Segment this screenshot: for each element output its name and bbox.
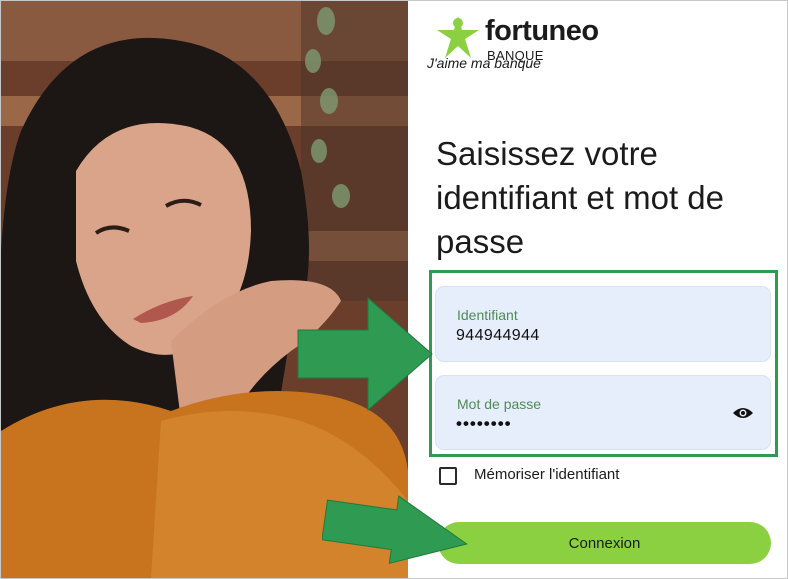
annotation-arrow-button bbox=[322, 495, 468, 565]
remember-label: Mémoriser l'identifiant bbox=[474, 466, 620, 483]
password-field[interactable]: Mot de passe •••••••• bbox=[435, 375, 771, 450]
identifier-field[interactable]: Identifiant 944944944 bbox=[435, 286, 771, 362]
brand-tagline: J'aime ma banque bbox=[427, 55, 541, 71]
star-person-icon bbox=[437, 16, 479, 58]
brand-name: fortuneo bbox=[485, 15, 599, 47]
annotation-arrow-fields bbox=[297, 296, 433, 412]
login-panel: fortuneo BANQUE J'aime ma banque Saisiss… bbox=[408, 0, 787, 579]
password-label: Mot de passe bbox=[457, 396, 542, 412]
page-title: Saisissez votre identifiant et mot de pa… bbox=[436, 135, 725, 260]
remember-checkbox[interactable] bbox=[439, 467, 457, 485]
eye-icon[interactable] bbox=[732, 405, 754, 421]
password-input[interactable]: •••••••• bbox=[456, 414, 512, 434]
identifier-label: Identifiant bbox=[457, 307, 518, 323]
login-button[interactable]: Connexion bbox=[438, 522, 771, 564]
hero-photo bbox=[1, 1, 408, 578]
brand-logo[interactable]: fortuneo BANQUE bbox=[435, 12, 635, 87]
woman-portrait-image bbox=[1, 1, 408, 578]
identifier-input[interactable]: 944944944 bbox=[456, 327, 540, 345]
